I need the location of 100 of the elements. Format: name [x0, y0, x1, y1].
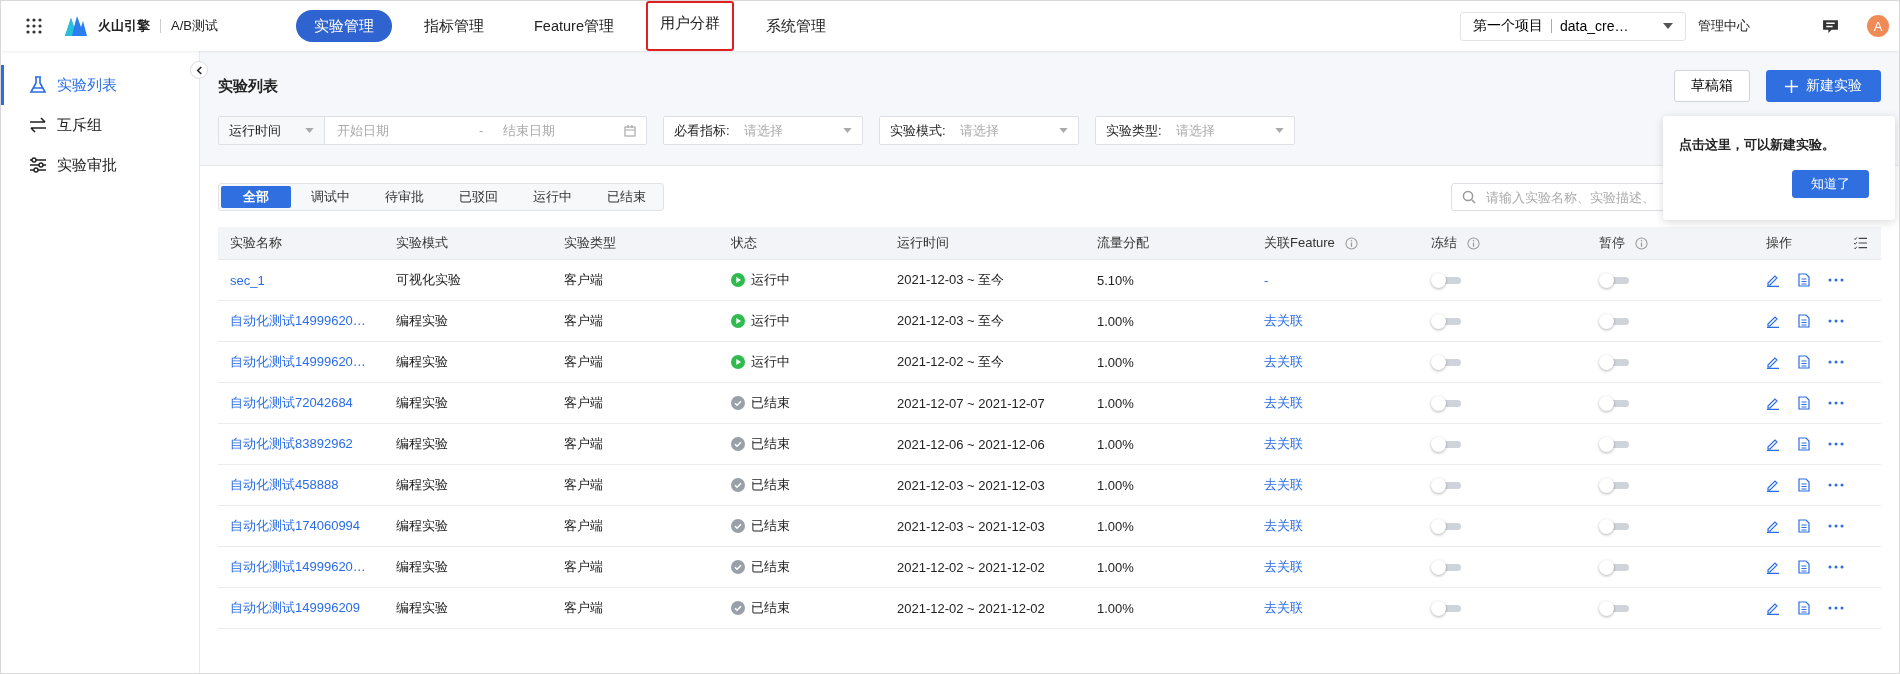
edit-icon[interactable] — [1766, 396, 1780, 410]
experiment-name-link[interactable]: 自动化测试149996209 — [230, 599, 361, 617]
status-tab[interactable]: 全部 — [221, 186, 291, 208]
link-feature-link[interactable]: 去关联 — [1264, 476, 1303, 494]
table-cell: 2021-12-06 ~ 2021-12-06 — [897, 436, 1045, 452]
info-icon — [1344, 236, 1358, 250]
link-feature-link[interactable]: 去关联 — [1264, 599, 1303, 617]
status-tab[interactable]: 调试中 — [295, 186, 365, 208]
document-icon[interactable] — [1798, 314, 1810, 328]
status-tab[interactable]: 待审批 — [369, 186, 439, 208]
experiment-name-link[interactable]: 自动化测试14999620… — [230, 353, 366, 371]
more-icon[interactable] — [1828, 401, 1844, 405]
column-settings-icon[interactable] — [1854, 237, 1867, 249]
more-icon[interactable] — [1828, 524, 1844, 528]
more-icon[interactable] — [1828, 360, 1844, 364]
link-feature-link[interactable]: 去关联 — [1264, 517, 1303, 535]
more-icon[interactable] — [1828, 442, 1844, 446]
table-cell: 编程实验 — [396, 599, 448, 617]
status-text: 运行中 — [751, 312, 790, 330]
experiment-name-link[interactable]: sec_1 — [230, 272, 265, 288]
nav-tab[interactable]: 用户分群 — [646, 1, 734, 51]
nav-tab[interactable]: 指标管理 — [406, 10, 502, 42]
nav-tab[interactable]: 系统管理 — [748, 10, 844, 42]
nav-tab[interactable]: Feature管理 — [516, 10, 632, 42]
edit-icon[interactable] — [1766, 560, 1780, 574]
document-icon[interactable] — [1798, 601, 1810, 615]
document-icon[interactable] — [1798, 437, 1810, 451]
edit-icon[interactable] — [1766, 601, 1780, 615]
status-text: 已结束 — [751, 394, 790, 412]
link-feature-link[interactable]: 去关联 — [1264, 394, 1303, 412]
table-cell: 编程实验 — [396, 394, 448, 412]
app-grid-icon[interactable] — [26, 18, 42, 34]
project-select[interactable]: 第一个项目 data_cre… — [1460, 11, 1686, 41]
collapse-button[interactable] — [190, 61, 208, 79]
edit-icon[interactable] — [1766, 273, 1780, 287]
status-text: 已结束 — [751, 599, 790, 617]
more-icon[interactable] — [1828, 483, 1844, 487]
more-icon[interactable] — [1828, 278, 1844, 282]
link-feature-link[interactable]: 去关联 — [1264, 353, 1303, 371]
table-cell: 2021-12-02 ~ 至今 — [897, 353, 1005, 371]
date-range-filter[interactable]: 运行时间 开始日期 - 结束日期 — [218, 116, 647, 145]
experiment-name-link[interactable]: 自动化测试72042684 — [230, 394, 353, 412]
document-icon[interactable] — [1798, 273, 1810, 287]
more-icon[interactable] — [1828, 606, 1844, 610]
start-date-placeholder: 开始日期 — [337, 121, 389, 140]
link-feature-link[interactable]: 去关联 — [1264, 558, 1303, 576]
edit-icon[interactable] — [1766, 519, 1780, 533]
experiment-name-link[interactable]: 自动化测试14999620… — [230, 558, 366, 576]
document-icon[interactable] — [1798, 560, 1810, 574]
link-feature-link[interactable]: 去关联 — [1264, 312, 1303, 330]
more-icon[interactable] — [1828, 319, 1844, 323]
select-filter[interactable]: 必看指标: 请选择 — [663, 116, 863, 145]
more-icon[interactable] — [1828, 565, 1844, 569]
edit-icon[interactable] — [1766, 314, 1780, 328]
got-it-button[interactable]: 知道了 — [1792, 170, 1869, 198]
document-icon[interactable] — [1798, 355, 1810, 369]
table-cell: 1.00% — [1097, 559, 1134, 575]
filter-label: 实验模式: — [890, 121, 946, 140]
document-icon[interactable] — [1798, 396, 1810, 410]
link-feature-link[interactable]: 去关联 — [1264, 435, 1303, 453]
table-cell: 编程实验 — [396, 517, 448, 535]
experiment-name-link[interactable]: 自动化测试14999620… — [230, 312, 366, 330]
app-name: 火山引擎 — [98, 17, 150, 35]
table-cell: 1.00% — [1097, 436, 1134, 452]
status-tab[interactable]: 已结束 — [591, 186, 661, 208]
admin-center-link[interactable]: 管理中心 — [1698, 17, 1750, 35]
status-text: 已结束 — [751, 517, 790, 535]
select-filter[interactable]: 实验类型: 请选择 — [1095, 116, 1295, 145]
experiment-name-link[interactable]: 自动化测试174060994 — [230, 517, 361, 535]
status-tab[interactable]: 运行中 — [517, 186, 587, 208]
drafts-button[interactable]: 草稿箱 — [1674, 70, 1750, 102]
document-icon[interactable] — [1798, 478, 1810, 492]
select-placeholder: 请选择 — [743, 121, 783, 140]
column-header: 流量分配 — [1097, 234, 1149, 252]
filter-label: 必看指标: — [674, 121, 730, 140]
link-feature-link[interactable]: - — [1264, 272, 1269, 288]
edit-icon[interactable] — [1766, 355, 1780, 369]
experiment-name-link[interactable]: 自动化测试83892962 — [230, 435, 353, 453]
document-icon[interactable] — [1798, 519, 1810, 533]
status-tab[interactable]: 已驳回 — [443, 186, 513, 208]
filter-label: 运行时间 — [229, 121, 281, 140]
table-cell: 客户端 — [564, 558, 603, 576]
experiment-name-link[interactable]: 自动化测试458888 — [230, 476, 339, 494]
edit-icon[interactable] — [1766, 437, 1780, 451]
caret-icon — [1663, 23, 1673, 29]
nav-tab[interactable]: 实验管理 — [296, 10, 392, 42]
app-id: data_cre… — [1560, 18, 1629, 34]
table-cell: 2021-12-02 ~ 2021-12-02 — [897, 600, 1045, 616]
table-cell: 编程实验 — [396, 476, 448, 494]
sidebar-item[interactable]: 互斥组 — [1, 105, 199, 145]
table-cell: 编程实验 — [396, 435, 448, 453]
message-icon[interactable] — [1822, 17, 1839, 35]
calendar-icon — [624, 124, 636, 137]
column-header: 暂停 — [1599, 234, 1625, 252]
table-cell: 1.00% — [1097, 477, 1134, 493]
new-experiment-button[interactable]: 新建实验 — [1766, 70, 1881, 102]
select-placeholder: 请选择 — [1175, 121, 1215, 140]
edit-icon[interactable] — [1766, 478, 1780, 492]
select-filter[interactable]: 实验模式: 请选择 — [879, 116, 1079, 145]
sidebar-item[interactable]: 实验审批 — [1, 145, 199, 185]
